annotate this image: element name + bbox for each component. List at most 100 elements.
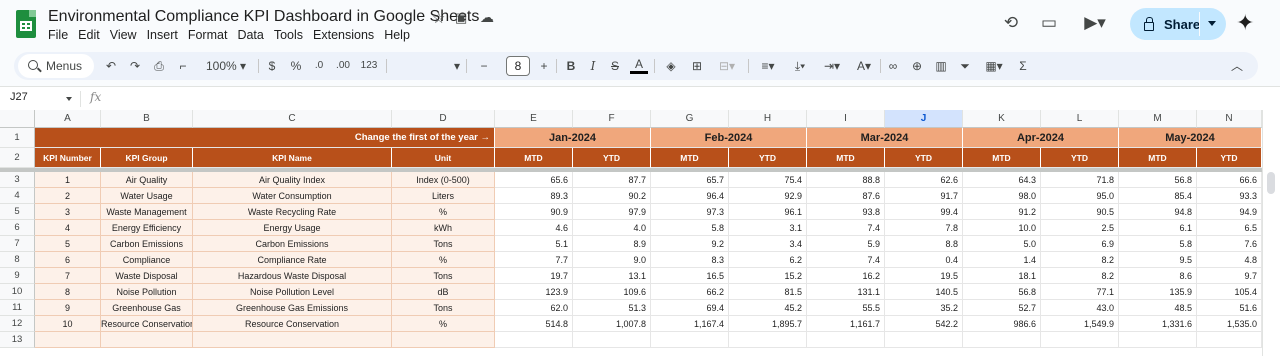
data-cell[interactable]: 7.4 <box>807 220 885 236</box>
strikethrough-button[interactable]: S <box>606 56 624 76</box>
menu-extensions[interactable]: Extensions <box>313 28 380 42</box>
data-cell[interactable]: 99.4 <box>885 204 963 220</box>
star-icon[interactable]: ☆ <box>432 9 445 27</box>
column-header-m[interactable]: M <box>1119 110 1197 128</box>
data-cell[interactable]: 6 <box>35 252 101 268</box>
data-cell[interactable]: 51.6 <box>1197 300 1262 316</box>
data-cell[interactable]: Waste Disposal <box>101 268 193 284</box>
increase-decimal-button[interactable]: .00 <box>332 56 354 76</box>
empty-cell[interactable] <box>35 332 101 348</box>
data-cell[interactable]: % <box>392 252 495 268</box>
data-cell[interactable]: Waste Management <box>101 204 193 220</box>
data-cell[interactable]: 8.8 <box>885 236 963 252</box>
zoom-select[interactable]: 100% ▾ <box>200 56 252 76</box>
empty-cell[interactable] <box>807 332 885 348</box>
data-cell[interactable]: Carbon Emissions <box>101 236 193 252</box>
data-cell[interactable]: 75.4 <box>729 172 807 188</box>
data-cell[interactable]: 16.5 <box>651 268 729 284</box>
data-cell[interactable]: Water Consumption <box>193 188 392 204</box>
data-cell[interactable]: 3.1 <box>729 220 807 236</box>
decrease-font-size-button[interactable]: − <box>476 56 492 76</box>
font-family-select[interactable]: ▾ <box>392 56 460 76</box>
empty-cell[interactable] <box>193 332 392 348</box>
data-cell[interactable]: 8.2 <box>1041 268 1119 284</box>
data-cell[interactable]: Tons <box>392 268 495 284</box>
insert-link-icon[interactable]: ∞ <box>884 56 902 76</box>
data-cell[interactable]: 77.1 <box>1041 284 1119 300</box>
data-cell[interactable]: 19.7 <box>495 268 573 284</box>
data-cell[interactable]: 56.8 <box>963 284 1041 300</box>
data-cell[interactable]: Compliance <box>101 252 193 268</box>
data-cell[interactable]: 1,167.4 <box>651 316 729 332</box>
scrollbar-thumb[interactable] <box>1267 172 1275 194</box>
data-cell[interactable]: 43.0 <box>1041 300 1119 316</box>
data-cell[interactable]: 90.9 <box>495 204 573 220</box>
empty-cell[interactable] <box>1119 332 1197 348</box>
data-cell[interactable]: 94.8 <box>1119 204 1197 220</box>
undo-icon[interactable]: ↶ <box>102 56 120 76</box>
text-rotation-icon[interactable]: A▾ <box>850 56 878 76</box>
data-cell[interactable]: 986.6 <box>963 316 1041 332</box>
data-cell[interactable]: 7.6 <box>1197 236 1262 252</box>
data-cell[interactable]: Tons <box>392 300 495 316</box>
data-cell[interactable]: 65.7 <box>651 172 729 188</box>
empty-cell[interactable] <box>885 332 963 348</box>
row-header-5[interactable]: 5 <box>0 204 35 220</box>
functions-button[interactable]: Σ <box>1014 56 1032 76</box>
data-cell[interactable]: 93.8 <box>807 204 885 220</box>
data-cell[interactable]: 88.8 <box>807 172 885 188</box>
data-cell[interactable]: 97.3 <box>651 204 729 220</box>
data-cell[interactable]: 15.2 <box>729 268 807 284</box>
document-title[interactable]: Environmental Compliance KPI Dashboard i… <box>48 8 479 26</box>
data-cell[interactable]: 6.9 <box>1041 236 1119 252</box>
data-cell[interactable]: 98.0 <box>963 188 1041 204</box>
borders-icon[interactable]: ⊞ <box>688 56 706 76</box>
data-cell[interactable]: 8.6 <box>1119 268 1197 284</box>
currency-format-button[interactable]: $ <box>264 56 280 76</box>
row-header-6[interactable]: 6 <box>0 220 35 236</box>
column-header-k[interactable]: K <box>963 110 1041 128</box>
data-cell[interactable]: 85.4 <box>1119 188 1197 204</box>
data-cell[interactable]: 5.0 <box>963 236 1041 252</box>
share-dropdown-icon[interactable] <box>1208 21 1216 26</box>
comments-icon[interactable]: ▭ <box>1038 12 1060 34</box>
data-cell[interactable]: 95.0 <box>1041 188 1119 204</box>
column-header-d[interactable]: D <box>392 110 495 128</box>
sheets-logo-icon[interactable] <box>16 10 36 38</box>
data-cell[interactable]: 92.9 <box>729 188 807 204</box>
data-cell[interactable]: 1,331.6 <box>1119 316 1197 332</box>
empty-cell[interactable] <box>651 332 729 348</box>
data-cell[interactable]: 2 <box>35 188 101 204</box>
data-cell[interactable]: Compliance Rate <box>193 252 392 268</box>
data-cell[interactable]: Hazardous Waste Disposal <box>193 268 392 284</box>
redo-icon[interactable]: ↷ <box>126 56 144 76</box>
row-header-8[interactable]: 8 <box>0 252 35 268</box>
column-header-g[interactable]: G <box>651 110 729 128</box>
data-cell[interactable]: 542.2 <box>885 316 963 332</box>
data-cell[interactable]: 81.5 <box>729 284 807 300</box>
data-cell[interactable]: % <box>392 204 495 220</box>
data-cell[interactable]: Index (0-500) <box>392 172 495 188</box>
data-cell[interactable]: 56.8 <box>1119 172 1197 188</box>
data-cell[interactable]: 2.5 <box>1041 220 1119 236</box>
data-cell[interactable]: 64.3 <box>963 172 1041 188</box>
data-cell[interactable]: 9.2 <box>651 236 729 252</box>
data-cell[interactable]: % <box>392 316 495 332</box>
data-cell[interactable]: 89.3 <box>495 188 573 204</box>
data-cell[interactable]: 10 <box>35 316 101 332</box>
row-header-7[interactable]: 7 <box>0 236 35 252</box>
menu-insert[interactable]: Insert <box>147 28 184 42</box>
menu-help[interactable]: Help <box>384 28 416 42</box>
menu-data[interactable]: Data <box>237 28 269 42</box>
column-header-n[interactable]: N <box>1197 110 1262 128</box>
column-header-i[interactable]: I <box>807 110 885 128</box>
data-cell[interactable]: 66.6 <box>1197 172 1262 188</box>
data-cell[interactable]: Resource Conservation <box>193 316 392 332</box>
data-cell[interactable]: 5.8 <box>651 220 729 236</box>
data-cell[interactable]: 96.4 <box>651 188 729 204</box>
data-cell[interactable]: 1 <box>35 172 101 188</box>
data-cell[interactable]: 131.1 <box>807 284 885 300</box>
data-cell[interactable]: 9 <box>35 300 101 316</box>
data-cell[interactable]: Water Usage <box>101 188 193 204</box>
version-history-icon[interactable]: ⟲ <box>1000 12 1022 34</box>
